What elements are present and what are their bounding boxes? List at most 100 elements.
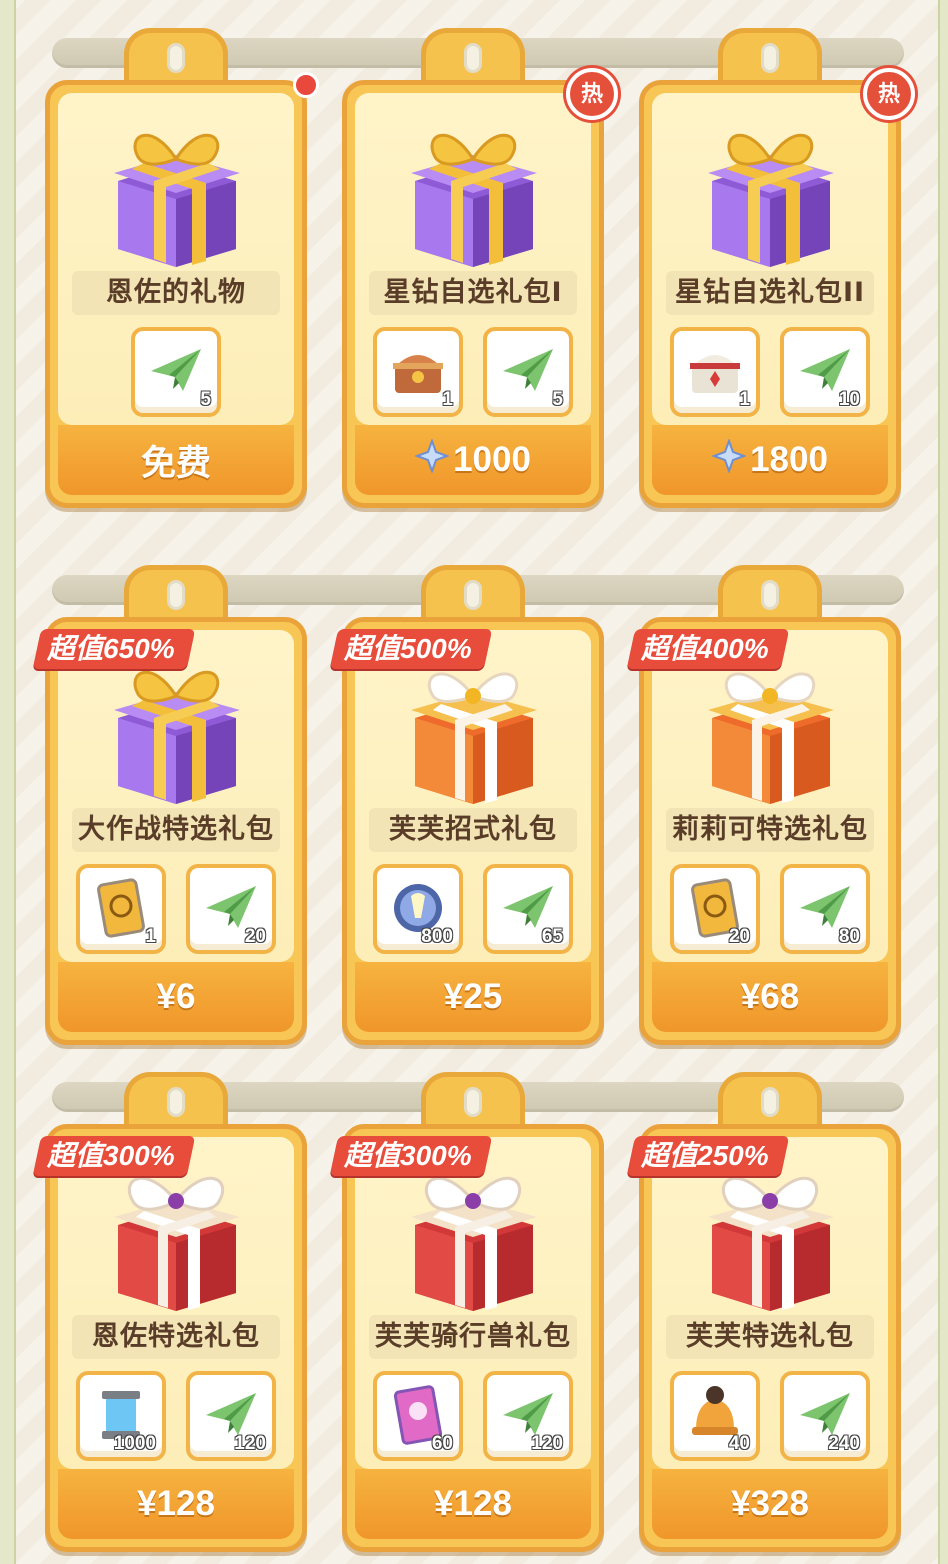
purple-gift-box-icon xyxy=(393,111,553,271)
reward-item[interactable]: 1 xyxy=(373,327,463,417)
card-inner: 恩佐的礼物 5 xyxy=(58,93,294,425)
card-hanger xyxy=(718,28,822,88)
pack-name: 大作战特选礼包 xyxy=(72,808,280,852)
reward-item[interactable]: 60 xyxy=(373,1371,463,1461)
card-inner: 莉莉可特选礼包 20 80 xyxy=(652,630,888,962)
value-promo-badge: 超值650% xyxy=(32,629,195,669)
card-hanger xyxy=(124,565,228,625)
promo-label: 超值650% xyxy=(47,633,175,664)
reward-item[interactable]: 240 xyxy=(780,1371,870,1461)
reward-item[interactable]: 40 xyxy=(670,1371,760,1461)
pack-name: 莉莉可特选礼包 xyxy=(666,808,874,852)
reward-item[interactable]: 5 xyxy=(483,327,573,417)
purple-gift-box-icon xyxy=(96,111,256,271)
item-quantity: 1000 xyxy=(113,1433,156,1454)
reward-item[interactable]: 1 xyxy=(76,864,166,954)
item-quantity: 10 xyxy=(838,389,860,410)
pack-items: 20 80 xyxy=(652,864,888,956)
pack-items: 5 xyxy=(58,327,294,419)
reward-item[interactable]: 800 xyxy=(373,864,463,954)
promo-label: 超值250% xyxy=(641,1140,769,1171)
reward-item[interactable]: 120 xyxy=(186,1371,276,1461)
reward-item[interactable]: 1000 xyxy=(76,1371,166,1461)
card-hanger xyxy=(124,1072,228,1132)
promo-label: 超值500% xyxy=(344,633,472,664)
price-label: ¥68 xyxy=(740,977,800,1016)
card-body: 大作战特选礼包 1 20 ¥6 xyxy=(45,617,307,1045)
buy-button[interactable]: 1000 xyxy=(355,425,591,495)
star-diamond-icon xyxy=(415,438,453,482)
right-frame xyxy=(938,0,948,1564)
item-quantity: 40 xyxy=(728,1433,750,1454)
hanger-hole xyxy=(167,1087,185,1117)
hanger-hole xyxy=(761,43,779,73)
orange-gift-box-icon xyxy=(690,648,850,808)
item-quantity: 80 xyxy=(838,926,860,947)
gift-pack-card[interactable]: 芙芙特选礼包 40 240 ¥328 超值250% xyxy=(626,1072,901,1552)
gift-pack-card[interactable]: 恩佐特选礼包 1000 120 ¥128 超值300% xyxy=(32,1072,307,1552)
reward-item[interactable]: 5 xyxy=(131,327,221,417)
item-quantity: 5 xyxy=(200,389,211,410)
hanger-hole xyxy=(464,580,482,610)
pack-items: 1 10 xyxy=(652,327,888,419)
card-inner: 芙芙招式礼包 800 65 xyxy=(355,630,591,962)
pack-items: 15 xyxy=(355,327,591,419)
gift-pack-card[interactable]: 星钻自选礼包II 1 10 1800 热 xyxy=(639,28,915,508)
card-body: 芙芙招式礼包 800 65 ¥25 xyxy=(342,617,604,1045)
left-frame xyxy=(0,0,16,1564)
pack-name: 芙芙特选礼包 xyxy=(666,1315,874,1359)
pack-name: 星钻自选礼包II xyxy=(666,271,874,315)
card-body: 星钻自选礼包II 1 10 1800 xyxy=(639,80,901,508)
gift-pack-card[interactable]: 恩佐的礼物 5 免费 xyxy=(45,28,319,508)
buy-button[interactable]: ¥128 xyxy=(58,1469,294,1539)
pack-name: 星钻自选礼包I xyxy=(369,271,577,315)
card-inner: 星钻自选礼包I 1 5 xyxy=(355,93,591,425)
orange-gift-box-icon xyxy=(393,648,553,808)
buy-button[interactable]: ¥25 xyxy=(355,962,591,1032)
price-label: 1800 xyxy=(750,440,828,479)
reward-item[interactable]: 120 xyxy=(483,1371,573,1461)
reward-item[interactable]: 65 xyxy=(483,864,573,954)
gift-pack-card[interactable]: 莉莉可特选礼包 20 80 ¥68 超值400% xyxy=(626,565,901,1045)
gift-pack-card[interactable]: 芙芙骑行兽礼包 60 120 ¥128 超值300% xyxy=(329,1072,604,1552)
item-quantity: 20 xyxy=(244,926,266,947)
reward-item[interactable]: 10 xyxy=(780,327,870,417)
pack-name: 恩佐特选礼包 xyxy=(72,1315,280,1359)
star-diamond-icon xyxy=(712,438,750,482)
card-body: 莉莉可特选礼包 20 80 ¥68 xyxy=(639,617,901,1045)
hanger-hole xyxy=(761,1087,779,1117)
buy-button[interactable]: 免费 xyxy=(58,425,294,495)
pack-items: 800 65 xyxy=(355,864,591,956)
reward-item[interactable]: 80 xyxy=(780,864,870,954)
buy-button[interactable]: 1800 xyxy=(652,425,888,495)
value-promo-badge: 超值400% xyxy=(626,629,789,669)
reward-item[interactable]: 20 xyxy=(670,864,760,954)
purple-gift-box-icon xyxy=(690,111,850,271)
item-quantity: 1 xyxy=(442,389,453,410)
card-inner: 星钻自选礼包II 1 10 xyxy=(652,93,888,425)
buy-button[interactable]: ¥68 xyxy=(652,962,888,1032)
buy-button[interactable]: ¥6 xyxy=(58,962,294,1032)
hot-badge: 热 xyxy=(863,68,915,120)
promo-label: 超值300% xyxy=(344,1140,472,1171)
buy-button[interactable]: ¥128 xyxy=(355,1469,591,1539)
value-promo-badge: 超值300% xyxy=(32,1136,195,1176)
reward-item[interactable]: 1 xyxy=(670,327,760,417)
hanger-hole xyxy=(167,580,185,610)
card-hanger xyxy=(421,565,525,625)
pack-items: 60 120 xyxy=(355,1371,591,1463)
hanger-hole xyxy=(761,580,779,610)
card-hanger xyxy=(718,1072,822,1132)
reward-item[interactable]: 20 xyxy=(186,864,276,954)
price-label: ¥328 xyxy=(731,1484,809,1523)
pack-name: 芙芙骑行兽礼包 xyxy=(369,1315,577,1359)
red-gift-box-icon xyxy=(96,1155,256,1315)
buy-button[interactable]: ¥328 xyxy=(652,1469,888,1539)
card-inner: 大作战特选礼包 1 20 xyxy=(58,630,294,962)
price-label: ¥128 xyxy=(137,1484,215,1523)
gift-pack-card[interactable]: 大作战特选礼包 1 20 ¥6 超值650% xyxy=(32,565,307,1045)
red-gift-box-icon xyxy=(690,1155,850,1315)
gift-pack-card[interactable]: 星钻自选礼包I 1 5 1000 热 xyxy=(342,28,618,508)
gift-pack-card[interactable]: 芙芙招式礼包 800 65 ¥25 超值500% xyxy=(329,565,604,1045)
red-gift-box-icon xyxy=(393,1155,553,1315)
